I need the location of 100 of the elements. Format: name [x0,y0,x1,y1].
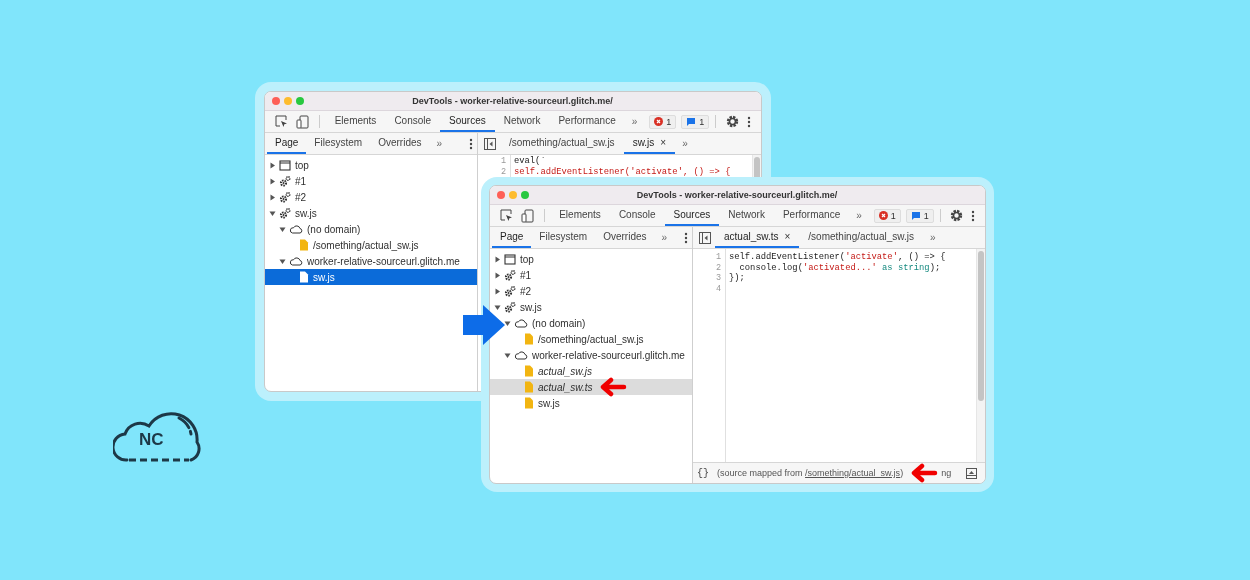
tab[interactable]: Page [492,227,532,248]
cloud-icon [289,256,303,266]
tab[interactable]: Performance [549,111,625,132]
device-icon[interactable] [296,114,309,129]
tab[interactable]: Elements [550,205,610,226]
settings-icon[interactable] [950,209,963,222]
device-icon[interactable] [521,208,534,223]
tree-item[interactable]: sw.js [265,205,477,221]
expand-arrow-icon[interactable] [269,177,276,185]
tab[interactable]: Overrides [370,133,430,154]
footer-text: ng [941,468,953,478]
settings-icon[interactable] [726,115,739,128]
panel-toggle-icon[interactable] [966,467,977,479]
gears-icon [504,301,516,313]
more-tabs-button[interactable]: » [624,116,645,127]
window-title: DevTools - worker-relative-sourceurl.glitch.me/ [635,190,839,200]
line-number: 4 [714,283,722,294]
tab[interactable]: Console [385,111,441,132]
format-button[interactable]: {} [697,467,709,479]
expand-arrow-icon[interactable] [494,271,501,279]
sidebar-toggle-icon[interactable] [484,137,496,150]
more-tabs-button[interactable]: » [849,210,869,221]
tab[interactable]: Performance [773,205,850,226]
code-line: self.addEventListener('activate', () => { [729,252,947,263]
tab[interactable]: sw.js × [623,133,676,154]
messages-button[interactable]: 1 [905,208,934,223]
messages-button[interactable]: 1 [681,114,710,129]
message-icon [686,116,697,127]
tab[interactable]: /something/actual_sw.js [500,133,624,154]
tree-item[interactable]: #1 [265,173,477,189]
line-number: 2 [714,262,722,273]
gears-icon [279,175,291,187]
more-tabs-button[interactable]: » [922,232,943,243]
tree-item[interactable]: sw.js [490,395,692,411]
tree-item[interactable]: #2 [265,189,477,205]
tab[interactable]: Elements [325,111,386,132]
expand-arrow-icon[interactable] [494,255,501,263]
more-tabs-button[interactable]: » [675,138,695,149]
close-button[interactable]: × [784,231,791,242]
tree-item[interactable]: sw.js [490,299,692,315]
inspect-icon[interactable] [500,209,513,222]
close-button[interactable]: × [660,137,667,148]
tab[interactable]: Page [267,133,307,154]
tab[interactable]: Console [609,205,665,226]
scrollbar[interactable] [976,249,985,462]
code-line: console.log('activated...' as string); [738,262,942,273]
tree-item[interactable]: actual_sw.ts [490,379,692,395]
tab[interactable]: Network [719,205,774,226]
more-tabs-button[interactable]: » [429,138,450,149]
inspect-icon[interactable] [275,115,288,128]
cloud-icon [514,318,528,328]
file-icon [524,381,534,393]
tree-item[interactable]: actual_sw.js [490,363,692,379]
tab[interactable]: Network [494,111,550,132]
more-icon[interactable] [684,231,688,244]
logo-text: NC [139,430,164,450]
tab[interactable]: /something/actual_sw.js [799,227,923,248]
errors-button[interactable]: 1 [649,114,677,129]
tree-item[interactable]: (no domain) [265,221,477,237]
tree-item[interactable]: sw.js [265,269,477,285]
expand-arrow-icon[interactable] [269,161,276,169]
more-icon[interactable] [469,137,473,150]
close-button[interactable] [272,97,280,105]
sidebar-toggle-icon[interactable] [699,231,711,244]
file-icon [299,239,309,251]
errors-button[interactable]: 1 [873,208,901,223]
cloud-icon [289,224,303,234]
file-icon [524,365,534,377]
more-icon[interactable] [971,209,975,222]
collapse-arrow-icon[interactable] [269,209,276,217]
tab[interactable]: Filesystem [306,133,371,154]
message-icon [910,210,921,221]
expand-arrow-icon[interactable] [494,287,501,295]
collapse-arrow-icon[interactable] [279,225,286,233]
tree-item[interactable]: /something/actual_sw.js [265,237,477,253]
error-icon [654,117,664,126]
collapse-arrow-icon[interactable] [504,351,511,359]
line-number: 3 [714,273,722,284]
source-map-status: (source mapped from /something/actual_sw.js) [717,468,904,478]
tab[interactable]: Overrides [595,227,655,248]
tab[interactable]: Filesystem [531,227,596,248]
tab[interactable]: actual_sw.ts × [715,227,800,248]
code-line: }); [729,273,746,284]
tree-item[interactable]: #1 [490,267,692,283]
close-button[interactable] [497,191,505,199]
expand-arrow-icon[interactable] [269,193,276,201]
tree-item[interactable]: #2 [490,283,692,299]
scrollbar-thumb[interactable] [978,251,984,401]
tree-item[interactable]: top [265,157,477,173]
tree-item[interactable]: worker-relative-sourceurl.glitch.me [490,347,692,363]
tree-item[interactable]: worker-relative-sourceurl.glitch.me [265,253,477,269]
more-tabs-button[interactable]: » [654,232,675,243]
collapse-arrow-icon[interactable] [279,257,286,265]
more-icon[interactable] [747,115,751,128]
file-icon [299,271,309,283]
collapse-arrow-icon[interactable] [494,303,501,311]
line-number: 2 [499,166,507,177]
code-line: self.addEventListener('activate', () => { [514,166,732,177]
collapse-arrow-icon[interactable] [504,319,511,327]
tree-item[interactable]: top [490,251,692,267]
